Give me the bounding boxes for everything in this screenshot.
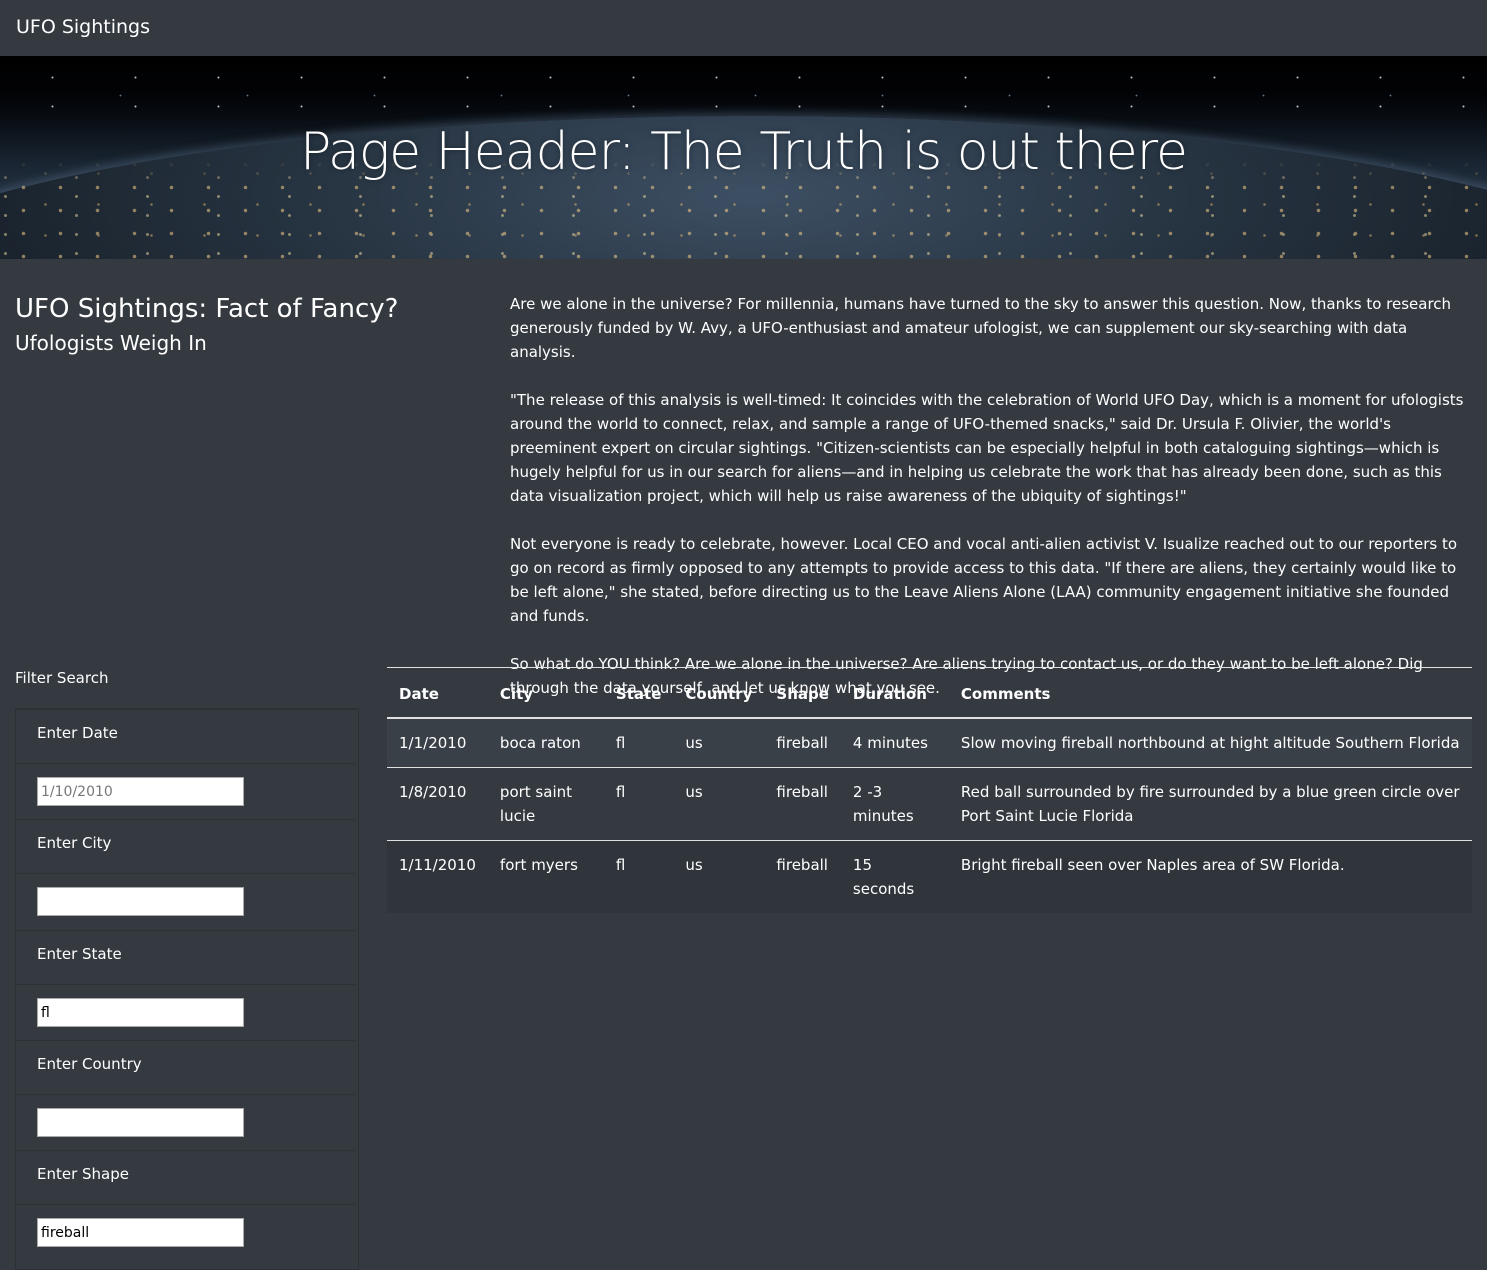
cell-country: us bbox=[685, 734, 703, 752]
divider bbox=[16, 763, 356, 764]
cell-city: fort myers bbox=[499, 856, 578, 874]
cell-state: fl bbox=[615, 734, 626, 752]
column-header-duration: Duration bbox=[840, 667, 949, 719]
cell-duration: 2 -3 minutes bbox=[852, 783, 914, 825]
divider bbox=[16, 873, 356, 874]
filter-date-label: Enter Date bbox=[37, 724, 118, 742]
article-paragraph: Are we alone in the universe? For millen… bbox=[510, 295, 1452, 361]
intro-title: UFO Sightings: Fact of Fancy? bbox=[15, 294, 399, 324]
filter-state-label: Enter State bbox=[37, 945, 122, 963]
cell-duration: 4 minutes bbox=[852, 734, 928, 752]
cell-country: us bbox=[685, 783, 703, 801]
cell-comments: Bright fireball seen over Naples area of… bbox=[960, 856, 1345, 874]
ufo-table: Date City State Country Shape Duration C… bbox=[387, 667, 1472, 913]
filter-panel: Enter Date Enter City Enter State Enter … bbox=[15, 708, 359, 1270]
table-row: 1/8/2010 port saint lucie fl us fireball… bbox=[387, 768, 1472, 841]
cell-date: 1/11/2010 bbox=[399, 856, 476, 874]
table-row: 1/11/2010 fort myers fl us fireball 15 s… bbox=[387, 840, 1472, 913]
cell-date: 1/1/2010 bbox=[399, 734, 467, 752]
column-header-date: Date bbox=[387, 667, 488, 719]
ufo-table-container: Date City State Country Shape Duration C… bbox=[387, 667, 1472, 913]
intro-heading: UFO Sightings: Fact of Fancy? Ufologists… bbox=[15, 292, 435, 358]
column-header-country: Country bbox=[673, 667, 765, 719]
cell-comments: Slow moving fireball northbound at hight… bbox=[960, 734, 1460, 752]
cell-duration: 15 seconds bbox=[852, 856, 915, 898]
cell-country: us bbox=[685, 856, 703, 874]
divider bbox=[16, 984, 356, 985]
filter-city-label: Enter City bbox=[37, 834, 112, 852]
filter-city: Enter City bbox=[16, 819, 356, 930]
article-paragraph: Not everyone is ready to celebrate, howe… bbox=[510, 535, 1458, 625]
navbar: UFO Sightings bbox=[0, 0, 1487, 56]
cell-shape: fireball bbox=[776, 734, 828, 752]
date-input[interactable] bbox=[37, 777, 244, 806]
cell-city: port saint lucie bbox=[499, 783, 572, 825]
country-input[interactable] bbox=[37, 1108, 244, 1137]
navbar-brand-link[interactable]: UFO Sightings bbox=[16, 16, 150, 38]
table-row: 1/1/2010 boca raton fl us fireball 4 min… bbox=[387, 718, 1472, 768]
filter-shape-label: Enter Shape bbox=[37, 1165, 129, 1183]
state-input[interactable] bbox=[37, 998, 244, 1027]
table-header-row: Date City State Country Shape Duration C… bbox=[387, 667, 1472, 719]
hero-banner: Page Header: The Truth is out there bbox=[0, 56, 1487, 259]
divider bbox=[16, 1094, 356, 1095]
filter-date: Enter Date bbox=[16, 709, 356, 820]
shape-input[interactable] bbox=[37, 1218, 244, 1247]
filter-state: Enter State bbox=[16, 930, 356, 1041]
intro-subtitle: Ufologists Weigh In bbox=[15, 331, 207, 355]
cell-shape: fireball bbox=[776, 783, 828, 801]
cell-city: boca raton bbox=[499, 734, 581, 752]
article-body: Are we alone in the universe? For millen… bbox=[510, 292, 1472, 724]
column-header-comments: Comments bbox=[948, 667, 1472, 719]
cell-comments: Red ball surrounded by fire surrounded b… bbox=[960, 783, 1460, 825]
filter-shape: Enter Shape bbox=[16, 1150, 356, 1261]
cell-state: fl bbox=[615, 856, 626, 874]
article-paragraph: "The release of this analysis is well-ti… bbox=[510, 391, 1464, 505]
city-input[interactable] bbox=[37, 887, 244, 916]
page-header-title: Page Header: The Truth is out there bbox=[300, 122, 1188, 182]
divider bbox=[16, 1204, 356, 1205]
filter-search-title: Filter Search bbox=[15, 669, 109, 687]
cell-state: fl bbox=[615, 783, 626, 801]
cell-shape: fireball bbox=[776, 856, 828, 874]
column-header-city: City bbox=[487, 667, 604, 719]
filter-country-label: Enter Country bbox=[37, 1055, 142, 1073]
column-header-state: State bbox=[603, 667, 674, 719]
filter-country: Enter Country bbox=[16, 1040, 356, 1151]
column-header-shape: Shape bbox=[764, 667, 841, 719]
cell-date: 1/8/2010 bbox=[399, 783, 467, 801]
